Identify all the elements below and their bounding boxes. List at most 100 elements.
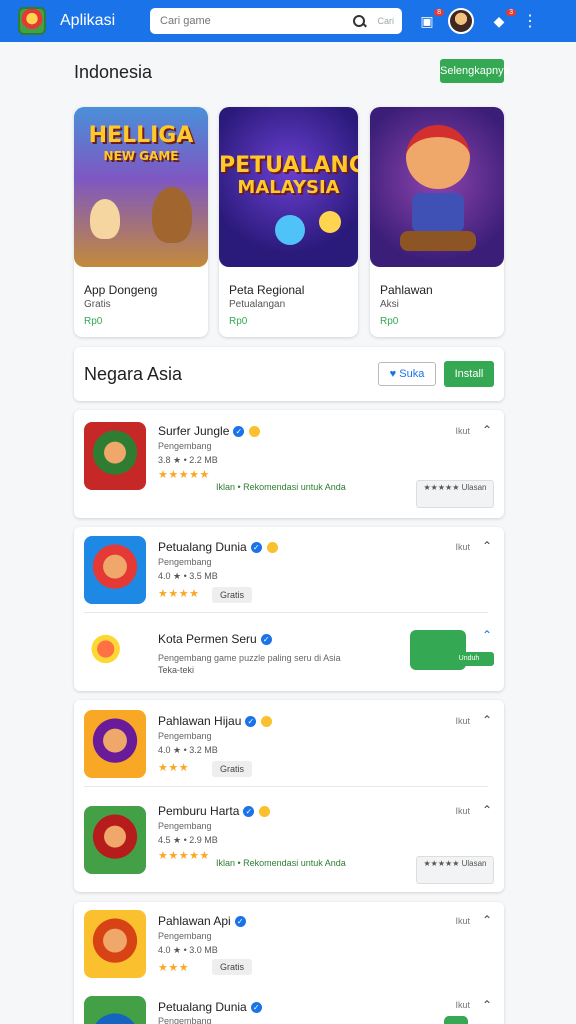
- card-subtitle: Gratis: [84, 299, 111, 310]
- art-subtitle: NEW GAME: [103, 149, 179, 163]
- featured-card[interactable]: PETUALANG MALAYSIA Peta Regional Petuala…: [219, 107, 358, 337]
- star-rating: ★★★★★: [158, 469, 210, 481]
- star-rating: ★★★★: [158, 588, 200, 600]
- list-item[interactable]: Surfer Jungle ✓ Pengembang 3.8 ★ • 2.2 MB…: [84, 422, 504, 508]
- game-title: Pahlawan Hijau: [158, 714, 242, 728]
- more-menu-icon[interactable]: ⋮: [522, 11, 538, 31]
- card-subtitle: Petualangan: [229, 299, 286, 310]
- like-button[interactable]: ♥ Suka: [378, 362, 436, 386]
- game-title: Surfer Jungle: [158, 424, 230, 438]
- character-image: [275, 215, 305, 245]
- verified-icon: ✓: [250, 1002, 262, 1014]
- art-title: HELLIGA: [88, 123, 194, 148]
- art-title: PETUALANG: [219, 153, 358, 178]
- list-item[interactable]: Petualang Dunia ✓ Pengembang 4.0 ★ • 3.5 …: [84, 536, 504, 606]
- featured-title: Indonesia: [74, 62, 153, 82]
- game-art-image: HELLIGA NEW GAME: [74, 107, 208, 267]
- chevron-up-icon[interactable]: ⌃: [482, 803, 492, 817]
- search-input[interactable]: [160, 15, 347, 27]
- follow-link[interactable]: Ikut: [455, 716, 470, 726]
- list-item[interactable]: Pemburu Harta ✓ Pengembang 4.5 ★ • 2.9 MB…: [84, 800, 504, 884]
- price-tag[interactable]: Gratis: [212, 761, 253, 777]
- promo-text[interactable]: Iklan • Rekomendasi untuk Anda: [216, 482, 346, 492]
- chevron-up-icon[interactable]: ⌃: [482, 913, 492, 927]
- chevron-up-icon[interactable]: ⌃: [482, 628, 492, 642]
- game-title: Pahlawan Api: [158, 914, 231, 928]
- price-tag[interactable]: Gratis: [212, 587, 253, 603]
- top-bar: Aplikasi Cari ▣8 ◆3 ⋮: [0, 0, 576, 42]
- game-thumbnail-image: [84, 996, 146, 1024]
- star-rating: ★★★: [158, 962, 190, 974]
- rating-meta: 3.8 ★ • 2.2 MB: [158, 455, 218, 465]
- list-item[interactable]: Pahlawan Api ✓ Pengembang 4.0 ★ • 3.0 MB …: [84, 910, 504, 980]
- chevron-up-icon[interactable]: ⌃: [482, 539, 492, 553]
- character-image: [152, 187, 192, 243]
- app-title: Aplikasi: [60, 12, 116, 29]
- follow-link[interactable]: Ikut: [455, 806, 470, 816]
- game-art-image: PETUALANG MALAYSIA: [219, 107, 358, 267]
- developer-name: Pengembang: [158, 931, 212, 941]
- developer-name: Pengembang: [158, 557, 212, 567]
- search-box[interactable]: Cari: [150, 8, 402, 34]
- game-art-image: [370, 107, 504, 267]
- card-name: Pahlawan: [380, 283, 433, 297]
- install-button[interactable]: Install: [444, 361, 494, 387]
- genre-text: Teka-teki: [158, 665, 195, 675]
- chevron-up-icon[interactable]: ⌃: [482, 998, 492, 1012]
- game-thumbnail-image: [84, 806, 146, 874]
- chat-badge: 8: [434, 8, 444, 16]
- card-name: App Dongeng: [84, 283, 158, 297]
- list-item[interactable]: Pahlawan Hijau ✓ Pengembang 4.0 ★ • 3.2 M…: [84, 710, 504, 780]
- card-price: Rp0: [84, 316, 103, 327]
- search-icon[interactable]: [352, 14, 367, 29]
- app-logo-icon[interactable]: [18, 7, 46, 35]
- star-rating: ★★★★★: [158, 850, 210, 862]
- emoji-icon: [261, 716, 273, 728]
- divider: [84, 786, 488, 787]
- game-title: Kota Permen Seru: [158, 632, 257, 646]
- avatar[interactable]: [448, 8, 474, 34]
- promo-text[interactable]: Iklan • Rekomendasi untuk Anda: [216, 858, 346, 868]
- game-thumbnail-image: [84, 710, 146, 778]
- verified-icon: ✓: [243, 806, 255, 818]
- game-thumbnail-image: [84, 536, 146, 604]
- see-all-button[interactable]: Selengkapnya: [440, 59, 510, 83]
- follow-link[interactable]: Ikut: [455, 426, 470, 436]
- price-tag[interactable]: Gratis: [212, 959, 253, 975]
- card-price: Rp0: [380, 316, 399, 327]
- divider: [84, 612, 488, 613]
- rating-meta: 4.0 ★ • 3.0 MB: [158, 945, 218, 955]
- chevron-up-icon[interactable]: ⌃: [482, 713, 492, 727]
- featured-card[interactable]: Pahlawan Aksi Rp0: [370, 107, 504, 337]
- art-subtitle: MALAYSIA: [237, 177, 340, 198]
- follow-link[interactable]: Ikut: [455, 542, 470, 552]
- developer-name: Pengembang game puzzle paling seru di As…: [158, 653, 341, 663]
- bell-icon[interactable]: ◆ 3: [490, 8, 516, 30]
- emoji-icon: [266, 542, 278, 554]
- character-image: [400, 231, 476, 251]
- list-item[interactable]: Petualang Dunia ✓ Pengembang Ikut ⌃: [84, 996, 504, 1024]
- star-rating: ★★★: [158, 762, 190, 774]
- follow-link[interactable]: Ikut: [455, 916, 470, 926]
- game-title: Petualang Dunia: [158, 540, 247, 554]
- install-button-partial[interactable]: [444, 1016, 468, 1024]
- search-hint: Cari: [377, 16, 394, 26]
- chevron-up-icon[interactable]: ⌃: [482, 423, 492, 437]
- character-image: [319, 211, 341, 233]
- review-box[interactable]: ★★★★★ Ulasan: [416, 480, 494, 508]
- rating-meta: 4.0 ★ • 3.5 MB: [158, 571, 218, 581]
- download-button[interactable]: Unduh: [444, 652, 494, 666]
- list-item[interactable]: Kota Permen Seru ✓ Pengembang game puzzle…: [84, 626, 504, 676]
- featured-card[interactable]: HELLIGA NEW GAME App Dongeng Gratis Rp0: [74, 107, 208, 337]
- developer-name: Pengembang: [158, 441, 212, 451]
- review-box[interactable]: ★★★★★ Ulasan: [416, 856, 494, 884]
- list-section-title: Negara Asia: [84, 364, 183, 384]
- rating-meta: 4.5 ★ • 2.9 MB: [158, 835, 218, 845]
- follow-link[interactable]: Ikut: [455, 1000, 470, 1010]
- verified-icon: ✓: [234, 916, 246, 928]
- card-subtitle: Aksi: [380, 299, 399, 310]
- character-image: [406, 125, 470, 189]
- developer-name: Pengembang: [158, 821, 212, 831]
- chat-icon[interactable]: ▣ 8: [418, 8, 444, 30]
- game-title: Pemburu Harta: [158, 804, 240, 818]
